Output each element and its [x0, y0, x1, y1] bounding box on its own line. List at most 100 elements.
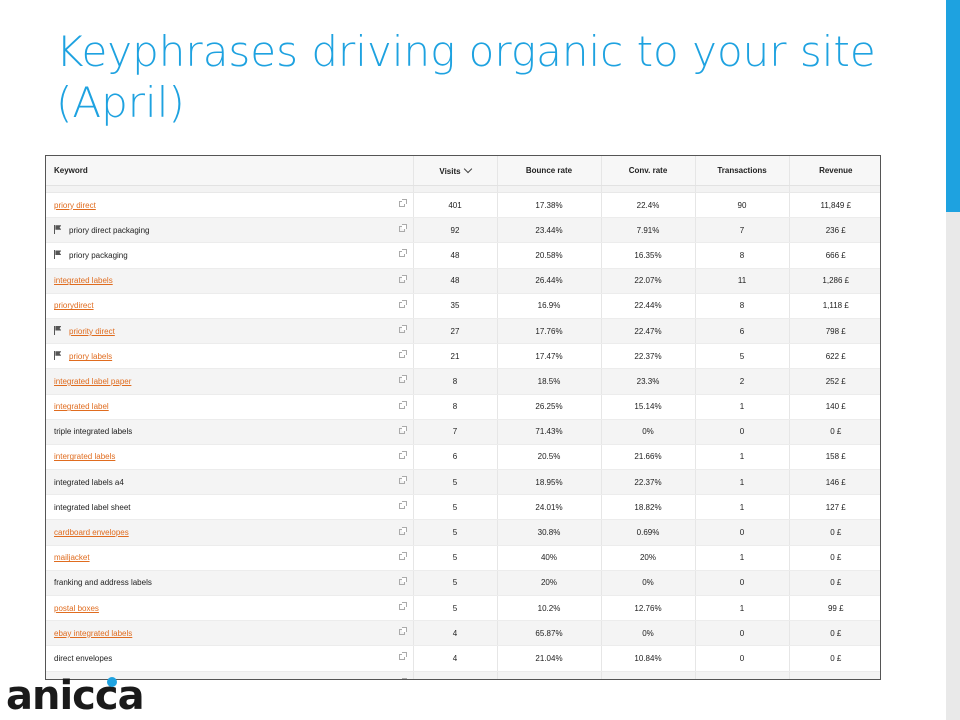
keyword-cell: priory packaging — [46, 242, 413, 269]
bounce-rate-cell: 17.38% — [496, 192, 601, 219]
conv-rate-cell: 22.4% — [600, 192, 695, 219]
keyword-cell: postal boxes — [46, 595, 413, 622]
external-link-icon[interactable] — [398, 299, 407, 308]
external-link-icon[interactable] — [398, 249, 407, 258]
external-link-icon[interactable] — [398, 526, 407, 535]
keyword-link[interactable]: postal boxes — [54, 604, 99, 613]
visits-cell: 21 — [412, 343, 497, 370]
bounce-rate-cell: 20% — [496, 570, 601, 597]
conv-rate-cell: 20% — [600, 545, 695, 571]
external-link-icon[interactable] — [398, 375, 407, 384]
keyword-cell: direct envelopes — [46, 645, 413, 672]
bounce-rate-cell: 40% — [496, 545, 601, 571]
keyword-link[interactable]: integrated label — [54, 402, 109, 411]
visits-cell: 401 — [412, 192, 497, 219]
external-link-icon[interactable] — [398, 325, 407, 334]
header-revenue[interactable]: Revenue — [788, 156, 880, 186]
external-link-icon[interactable] — [398, 199, 407, 208]
anicca-logo: anicca — [6, 673, 145, 719]
keyword-link[interactable]: intergrated labels — [54, 452, 115, 461]
external-link-icon[interactable] — [398, 350, 407, 359]
external-link-icon[interactable] — [398, 501, 407, 510]
table-row: priory labels 21 17.47% 22.37% 5 622 £ — [46, 343, 880, 370]
table-row: postal boxes 5 10.2% 12.76% 1 99 £ — [46, 595, 880, 622]
keyword-text: priory packaging — [69, 251, 128, 261]
keyword-link[interactable]: priorydirect — [54, 301, 94, 310]
keyword-link[interactable]: integrated labels — [54, 276, 113, 285]
table-row: direct envelopes 4 21.04% 10.84% 0 0 £ — [46, 645, 880, 672]
spacer-cell — [788, 185, 880, 193]
table-row: priority direct 27 17.76% 22.47% 6 798 £ — [46, 318, 880, 345]
bounce-rate-cell: 16.9% — [496, 293, 601, 319]
keyword-link[interactable]: priory direct — [54, 201, 96, 210]
header-conv-rate[interactable]: Conv. rate — [600, 156, 695, 186]
conv-rate-cell: 22.47% — [600, 318, 695, 345]
bounce-rate-cell: 30.8% — [496, 519, 601, 546]
bounce-rate-cell: 31.06% — [496, 671, 601, 679]
revenue-cell: 798 £ — [788, 318, 880, 345]
external-link-icon[interactable] — [398, 602, 407, 611]
external-link-icon[interactable] — [398, 476, 407, 485]
conv-rate-cell: 18.82% — [600, 494, 695, 521]
visits-cell: 5 — [412, 494, 497, 521]
bounce-rate-cell: 24.01% — [496, 494, 601, 521]
external-link-icon[interactable] — [398, 551, 407, 560]
flag-icon[interactable] — [54, 326, 63, 336]
header-visits[interactable]: Visits — [412, 156, 497, 186]
bounce-rate-cell: 17.47% — [496, 343, 601, 370]
external-link-icon[interactable] — [398, 627, 407, 636]
external-link-icon[interactable] — [398, 576, 407, 585]
external-link-icon[interactable] — [398, 400, 407, 409]
conv-rate-cell: 12.76% — [600, 595, 695, 622]
header-bounce-rate[interactable]: Bounce rate — [496, 156, 601, 186]
revenue-cell: 127 £ — [788, 494, 880, 521]
conv-rate-cell: 22.44% — [600, 293, 695, 319]
flag-icon[interactable] — [54, 225, 63, 235]
keyword-cell: integrated label sheet — [46, 494, 413, 521]
revenue-cell: 666 £ — [788, 242, 880, 269]
keyword-link[interactable]: priory labels — [69, 352, 112, 361]
header-transactions[interactable]: Transactions — [694, 156, 789, 186]
transactions-cell: 1 — [694, 595, 789, 622]
external-link-icon[interactable] — [398, 652, 407, 661]
keyword-link[interactable]: ebay integrated labels — [54, 629, 132, 638]
spacer-cell — [600, 185, 695, 193]
table-row: cardboard envelopes 5 30.8% 0.69% 0 0 £ — [46, 519, 880, 546]
keyword-text: integrated label sheet — [54, 502, 131, 512]
bounce-rate-cell: 18.5% — [496, 368, 601, 395]
table-body: priory direct 401 17.38% 22.4% 90 11,849 £ pri… — [46, 185, 880, 679]
keyword-text: franking and address labels — [54, 578, 152, 588]
visits-cell: 4 — [412, 645, 497, 672]
transactions-cell: 7 — [694, 217, 789, 244]
visits-cell: 8 — [412, 368, 497, 395]
conv-rate-cell: 10.84% — [600, 645, 695, 672]
conv-rate-cell: 22.37% — [600, 469, 695, 496]
keyword-link[interactable]: cardboard envelopes — [54, 528, 129, 537]
bounce-rate-cell: 17.76% — [496, 318, 601, 345]
flag-icon[interactable] — [54, 250, 63, 260]
keyword-text: triple integrated labels — [54, 427, 133, 437]
external-link-icon[interactable] — [398, 224, 407, 233]
bounce-rate-cell: 26.44% — [496, 268, 601, 294]
table-row: integrated labels 48 26.44% 22.07% 11 1,286 £ — [46, 268, 880, 294]
bounce-rate-cell: 71.43% — [496, 419, 601, 445]
visits-cell: 48 — [412, 268, 497, 294]
visits-cell: 5 — [412, 570, 497, 597]
keyword-cell: integrated labels a4 — [46, 469, 413, 496]
keyword-link[interactable]: mailjacket — [54, 553, 90, 562]
keyword-text: integrated labels a4 — [54, 477, 124, 487]
flag-icon[interactable] — [54, 351, 63, 361]
transactions-cell: 0 — [694, 620, 789, 647]
revenue-cell: 158 £ — [788, 444, 880, 471]
keyword-link[interactable]: priority direct — [69, 327, 115, 336]
slide-title: Keyphrases driving organic to your site … — [56, 27, 876, 127]
keyword-cell: franking and address labels — [46, 570, 413, 597]
external-link-icon[interactable] — [398, 450, 407, 459]
external-link-icon[interactable] — [398, 425, 407, 434]
header-keyword[interactable]: Keyword — [46, 156, 413, 186]
visits-cell: 8 — [412, 394, 497, 420]
revenue-cell: 1,286 £ — [788, 268, 880, 294]
external-link-icon[interactable] — [398, 274, 407, 283]
keyword-link[interactable]: integrated label paper — [54, 377, 131, 386]
visits-cell: 4 — [412, 671, 497, 679]
